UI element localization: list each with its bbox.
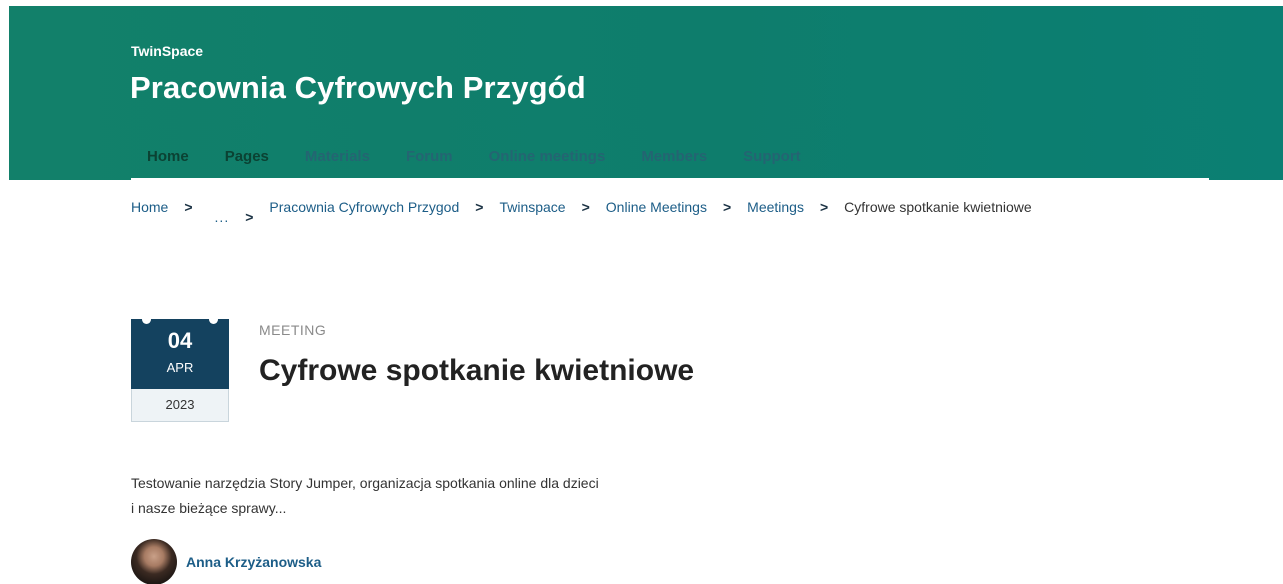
calendar-ring-right [209, 315, 218, 324]
event-type-label: MEETING [259, 322, 327, 338]
breadcrumb-current: Cyfrowe spotkanie kwietniowe [844, 199, 1032, 215]
calendar-icon: 04 APR [131, 315, 229, 389]
chevron-right-icon: > [819, 199, 829, 215]
author-name[interactable]: Anna Krzyżanowska [186, 554, 321, 570]
nav-item-support[interactable]: Support [743, 148, 801, 165]
breadcrumb-item-twinspace[interactable]: Twinspace [499, 198, 565, 216]
event-description: Testowanie narzędzia Story Jumper, organ… [131, 471, 691, 521]
nav-item-home[interactable]: Home [147, 148, 189, 165]
avatar[interactable] [131, 539, 177, 584]
breadcrumb-home[interactable]: Home [131, 198, 168, 216]
date-day: 04 [167, 328, 193, 353]
nav-item-forum[interactable]: Forum [406, 148, 453, 165]
breadcrumb-item-project[interactable]: Pracownia Cyfrowych Przygod [269, 198, 459, 216]
nav-item-pages[interactable]: Pages [225, 148, 269, 165]
site-header: TwinSpace Pracownia Cyfrowych Przygód Ho… [9, 6, 1283, 180]
author-block: Anna Krzyżanowska [131, 539, 321, 584]
nav-item-members[interactable]: Members [641, 148, 707, 165]
description-line-1: Testowanie narzędzia Story Jumper, organ… [131, 475, 599, 491]
main-nav: Home Pages Materials Forum Online meetin… [131, 132, 1209, 180]
chevron-right-icon: > [245, 209, 254, 225]
chevron-right-icon: > [475, 199, 484, 215]
breadcrumb-item-meetings[interactable]: Meetings [747, 198, 804, 216]
nav-divider [131, 178, 1209, 180]
chevron-right-icon: > [722, 199, 732, 215]
nav-item-materials[interactable]: Materials [305, 148, 370, 165]
nav-item-online-meetings[interactable]: Online meetings [489, 148, 606, 165]
date-month: APR [166, 360, 194, 375]
description-line-2: i nasze bieżące sprawy... [131, 500, 287, 516]
chevron-right-icon: > [581, 199, 590, 215]
breadcrumb-ellipsis[interactable]: ... [215, 198, 230, 226]
date-badge: 04 APR 2023 [131, 315, 229, 422]
site-kicker[interactable]: TwinSpace [131, 43, 203, 59]
date-year: 2023 [131, 389, 229, 422]
site-title[interactable]: Pracownia Cyfrowych Przygód [130, 70, 586, 106]
breadcrumb: Home > ... > Pracownia Cyfrowych Przygod… [131, 198, 1032, 230]
calendar-ring-left [142, 315, 151, 324]
page-title: Cyfrowe spotkanie kwietniowe [259, 354, 695, 387]
breadcrumb-item-online-meetings[interactable]: Online Meetings [606, 198, 707, 216]
chevron-right-icon: > [184, 199, 193, 215]
